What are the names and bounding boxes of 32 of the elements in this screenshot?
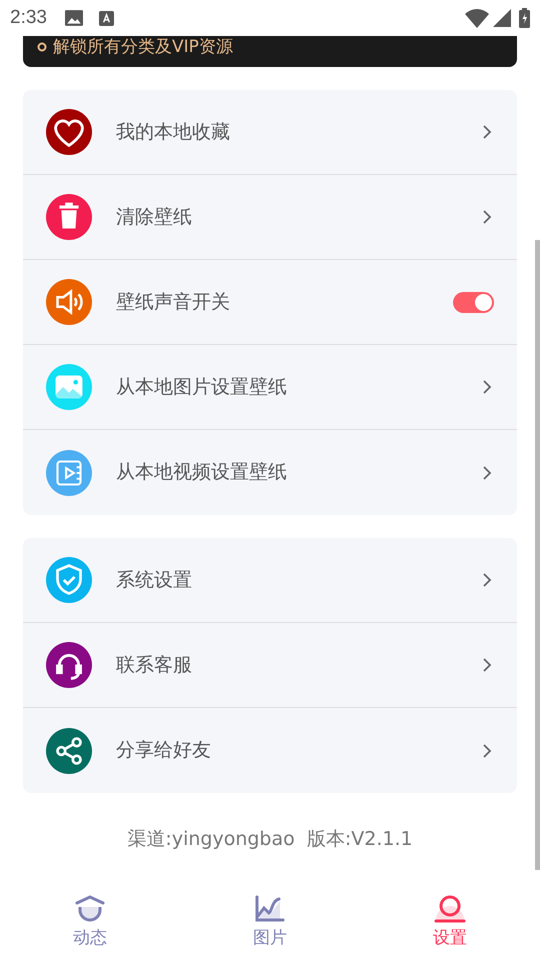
nav-tab[interactable]: 图片 [180, 880, 360, 960]
menu-item-label[interactable]: 清除壁纸 [116, 202, 482, 232]
banner-text: 解锁所有分类及VIP资源 [53, 37, 233, 58]
menu-item-label[interactable]: 系统设置 [116, 566, 482, 594]
toggle-switch[interactable] [453, 292, 494, 312]
chevron-right-icon [482, 742, 492, 758]
bullet-icon [37, 42, 47, 52]
signal-icon [493, 9, 511, 27]
version-text: 渠道:yingyongbao 版本:V2.1.1 [127, 827, 413, 852]
chevron-right-icon [482, 657, 492, 673]
chevron-right-icon [482, 124, 492, 140]
chevron-right-icon [482, 464, 492, 480]
battery-icon [519, 8, 530, 28]
menu-item-label[interactable]: 壁纸声音开关 [116, 288, 453, 316]
menu-item-label[interactable]: 从本地图片设置壁纸 [116, 372, 482, 402]
nav-tab[interactable]: 动态 [0, 880, 180, 960]
nav-tab[interactable]: 设置 [360, 880, 540, 960]
chart-icon [253, 894, 287, 924]
chevron-right-icon [482, 209, 492, 225]
menu-item-label[interactable]: 联系客服 [116, 650, 482, 680]
home-icon [73, 894, 107, 924]
chevron-right-icon [482, 572, 492, 588]
menu-item-label[interactable]: 我的本地收藏 [116, 118, 482, 146]
app-notification-icon [98, 10, 114, 26]
image-notification-icon [64, 9, 83, 27]
user-icon [433, 894, 467, 924]
vip-banner[interactable]: 解锁所有分类及VIP资源 [23, 36, 517, 67]
status-time: 2:33 [10, 6, 47, 30]
wifi-icon [465, 8, 489, 28]
chevron-right-icon [482, 379, 492, 395]
menu-item-label[interactable]: 从本地视频设置壁纸 [116, 458, 482, 487]
menu-item-label[interactable]: 分享给好友 [116, 736, 482, 765]
